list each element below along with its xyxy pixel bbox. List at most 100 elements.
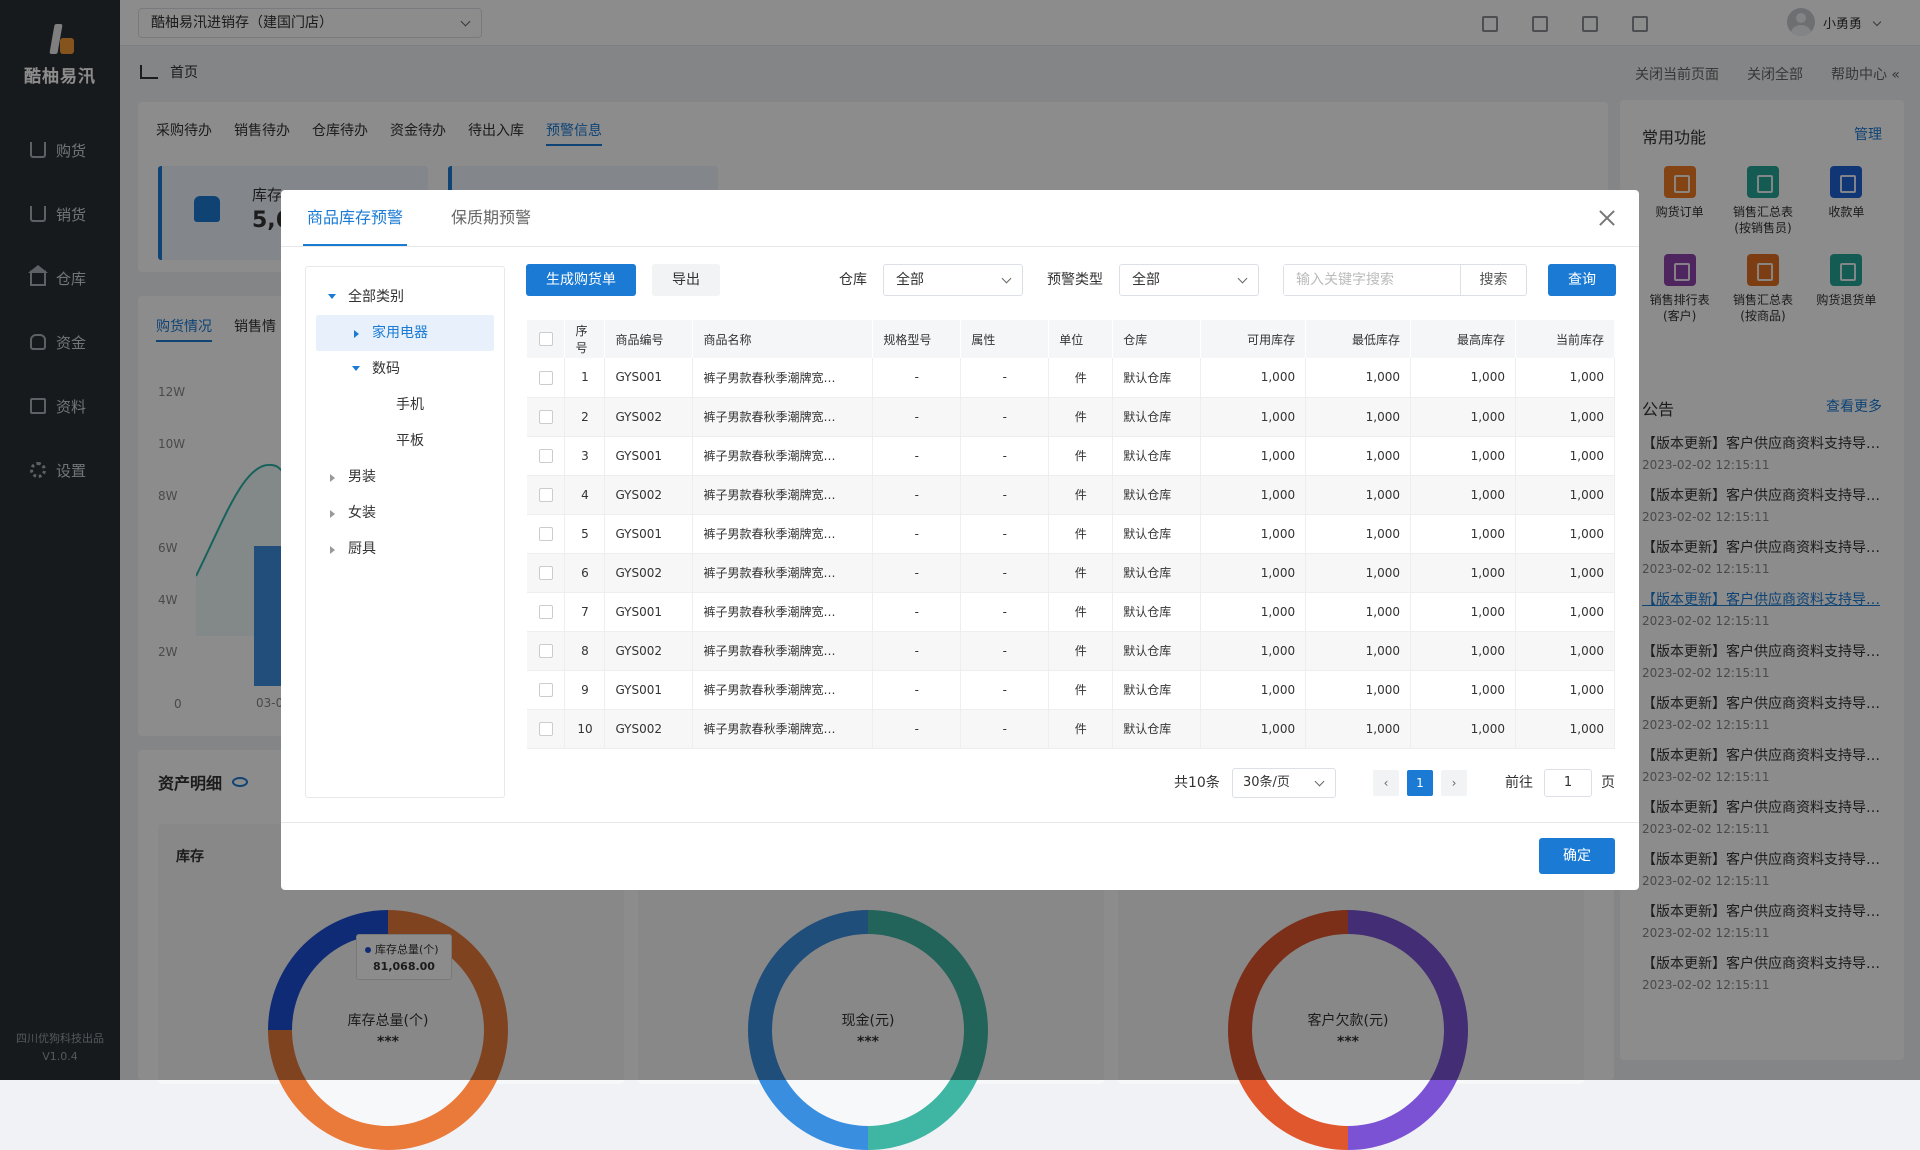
- caret-right-icon: [354, 330, 359, 338]
- row-checkbox[interactable]: [538, 565, 553, 580]
- tree-node-label: 平板: [396, 433, 424, 449]
- col-header: 当前库存: [1515, 320, 1616, 358]
- row-checkbox[interactable]: [538, 409, 553, 424]
- table-cell: 1,000: [1200, 553, 1307, 593]
- tree-node-label: 厨具: [348, 541, 376, 557]
- table-cell: 1,000: [1515, 475, 1616, 515]
- table-cell: -: [872, 670, 962, 710]
- table-cell: 默认仓库: [1112, 397, 1202, 437]
- tree-node-menswear[interactable]: 男装: [306, 459, 504, 495]
- table-cell: -: [960, 397, 1050, 437]
- table-row[interactable]: 1 GYS001 裤子男款春秋季潮牌宽… - - 件默认仓库 1,000 1,000 1,000…: [527, 358, 1616, 398]
- tree-node-phone[interactable]: 手机: [306, 387, 504, 423]
- col-header: 序号: [564, 320, 606, 358]
- table-row[interactable]: 10 GYS002 裤子男款春秋季潮牌宽… - - 件默认仓库 1,000 1,000 1,00…: [527, 709, 1616, 749]
- table-row[interactable]: 6 GYS002 裤子男款春秋季潮牌宽… - - 件默认仓库 1,000 1,000 1,000…: [527, 553, 1616, 593]
- warehouse-select[interactable]: 全部: [883, 264, 1023, 296]
- table-cell: -: [872, 631, 962, 671]
- tree-node-appliances[interactable]: 家用电器: [316, 315, 494, 351]
- table-cell: 默认仓库: [1112, 709, 1202, 749]
- row-checkbox[interactable]: [538, 643, 553, 658]
- tree-node-label: 全部类别: [348, 289, 404, 305]
- table-cell: 1,000: [1200, 397, 1307, 437]
- select-all-cell: [527, 320, 566, 358]
- row-checkbox[interactable]: [538, 721, 553, 736]
- page-size-select[interactable]: 30条/页: [1232, 768, 1336, 798]
- table-cell: 3: [564, 436, 606, 476]
- table-row[interactable]: 2 GYS002 裤子男款春秋季潮牌宽… - - 件默认仓库 1,000 1,000 1,000…: [527, 397, 1616, 437]
- row-select-cell: [527, 670, 566, 710]
- search-button[interactable]: 搜索: [1460, 265, 1526, 295]
- select-all-checkbox[interactable]: [538, 332, 553, 347]
- table-cell: 默认仓库: [1112, 592, 1202, 632]
- row-select-cell: [527, 397, 566, 437]
- table-cell: 默认仓库: [1112, 514, 1202, 554]
- tree-node-digital[interactable]: 数码: [306, 351, 504, 387]
- divider: [281, 246, 1639, 247]
- table-cell: GYS001: [604, 592, 694, 632]
- table-cell: 1,000: [1410, 670, 1516, 710]
- table-row[interactable]: 3 GYS001 裤子男款春秋季潮牌宽… - - 件默认仓库 1,000 1,000 1,000…: [527, 436, 1616, 476]
- table-row[interactable]: 4 GYS002 裤子男款春秋季潮牌宽… - - 件默认仓库 1,000 1,000 1,000…: [527, 475, 1616, 515]
- col-header: 仓库: [1112, 320, 1202, 358]
- tree-node-womenswear[interactable]: 女装: [306, 495, 504, 531]
- table-cell: 10: [564, 709, 606, 749]
- row-checkbox[interactable]: [538, 370, 553, 385]
- row-checkbox[interactable]: [538, 604, 553, 619]
- row-checkbox[interactable]: [538, 682, 553, 697]
- tree-node-kitchenware[interactable]: 厨具: [306, 531, 504, 567]
- tree-node-label: 男装: [348, 469, 376, 485]
- stock-alert-table: 序号 商品编号 商品名称 规格型号 属性 单位 仓库 可用库存 最低库存 最高库…: [527, 320, 1616, 749]
- confirm-button[interactable]: 确定: [1539, 838, 1615, 874]
- alert-type-select[interactable]: 全部: [1119, 264, 1259, 296]
- table-cell: 1,000: [1200, 475, 1307, 515]
- table-row[interactable]: 7 GYS001 裤子男款春秋季潮牌宽… - - 件默认仓库 1,000 1,000 1,000…: [527, 592, 1616, 632]
- table-cell: 1,000: [1410, 436, 1516, 476]
- tree-node-all[interactable]: 全部类别: [306, 279, 504, 315]
- table-row[interactable]: 9 GYS001 裤子男款春秋季潮牌宽… - - 件默认仓库 1,000 1,000 1,000…: [527, 670, 1616, 710]
- tab-expiry-alert[interactable]: 保质期预警: [451, 190, 531, 246]
- table-cell: 1,000: [1515, 631, 1616, 671]
- table-cell: 1,000: [1200, 631, 1307, 671]
- stock-alert-dialog: 商品库存预警 保质期预警 全部类别 家用电器 数码 手机 平板 男装 女装 厨具…: [281, 190, 1639, 890]
- table-cell: -: [872, 397, 962, 437]
- table-cell: -: [960, 670, 1050, 710]
- table-cell: GYS002: [604, 553, 694, 593]
- alert-type-select-value: 全部: [1132, 272, 1160, 288]
- query-button[interactable]: 查询: [1548, 264, 1616, 296]
- table-cell: 1,000: [1305, 436, 1412, 476]
- generate-purchase-order-button[interactable]: 生成购货单: [526, 264, 636, 296]
- export-button[interactable]: 导出: [652, 264, 720, 296]
- row-select-cell: [527, 436, 566, 476]
- table-cell: -: [960, 436, 1050, 476]
- table-cell: 件: [1048, 592, 1114, 632]
- table-row[interactable]: 5 GYS001 裤子男款春秋季潮牌宽… - - 件默认仓库 1,000 1,000 1,000…: [527, 514, 1616, 554]
- prev-page-button[interactable]: ‹: [1373, 770, 1399, 796]
- table-cell: 1,000: [1515, 436, 1616, 476]
- row-checkbox[interactable]: [538, 526, 553, 541]
- next-page-button[interactable]: ›: [1441, 770, 1467, 796]
- table-cell: 1,000: [1200, 592, 1307, 632]
- divider: [281, 822, 1639, 823]
- col-header: 属性: [960, 320, 1050, 358]
- table-row[interactable]: 8 GYS002 裤子男款春秋季潮牌宽… - - 件默认仓库 1,000 1,000 1,000…: [527, 631, 1616, 671]
- table-cell: 件: [1048, 553, 1114, 593]
- row-checkbox[interactable]: [538, 487, 553, 502]
- col-header: 单位: [1048, 320, 1114, 358]
- close-icon[interactable]: [1599, 210, 1615, 226]
- search-input[interactable]: [1284, 265, 1454, 295]
- page-number-button[interactable]: 1: [1407, 770, 1433, 796]
- col-header: 最低库存: [1305, 320, 1412, 358]
- tab-stock-alert[interactable]: 商品库存预警: [302, 190, 408, 246]
- tree-node-tablet[interactable]: 平板: [306, 423, 504, 459]
- col-header: 最高库存: [1410, 320, 1516, 358]
- table-cell: 1,000: [1305, 514, 1412, 554]
- table-cell: 1,000: [1305, 397, 1412, 437]
- goto-page-input[interactable]: 1: [1544, 769, 1592, 797]
- row-checkbox[interactable]: [538, 448, 553, 463]
- table-cell: 件: [1048, 670, 1114, 710]
- table-cell: 1,000: [1410, 709, 1516, 749]
- row-select-cell: [527, 631, 566, 671]
- table-cell: GYS001: [604, 514, 694, 554]
- table-cell: 1,000: [1305, 592, 1412, 632]
